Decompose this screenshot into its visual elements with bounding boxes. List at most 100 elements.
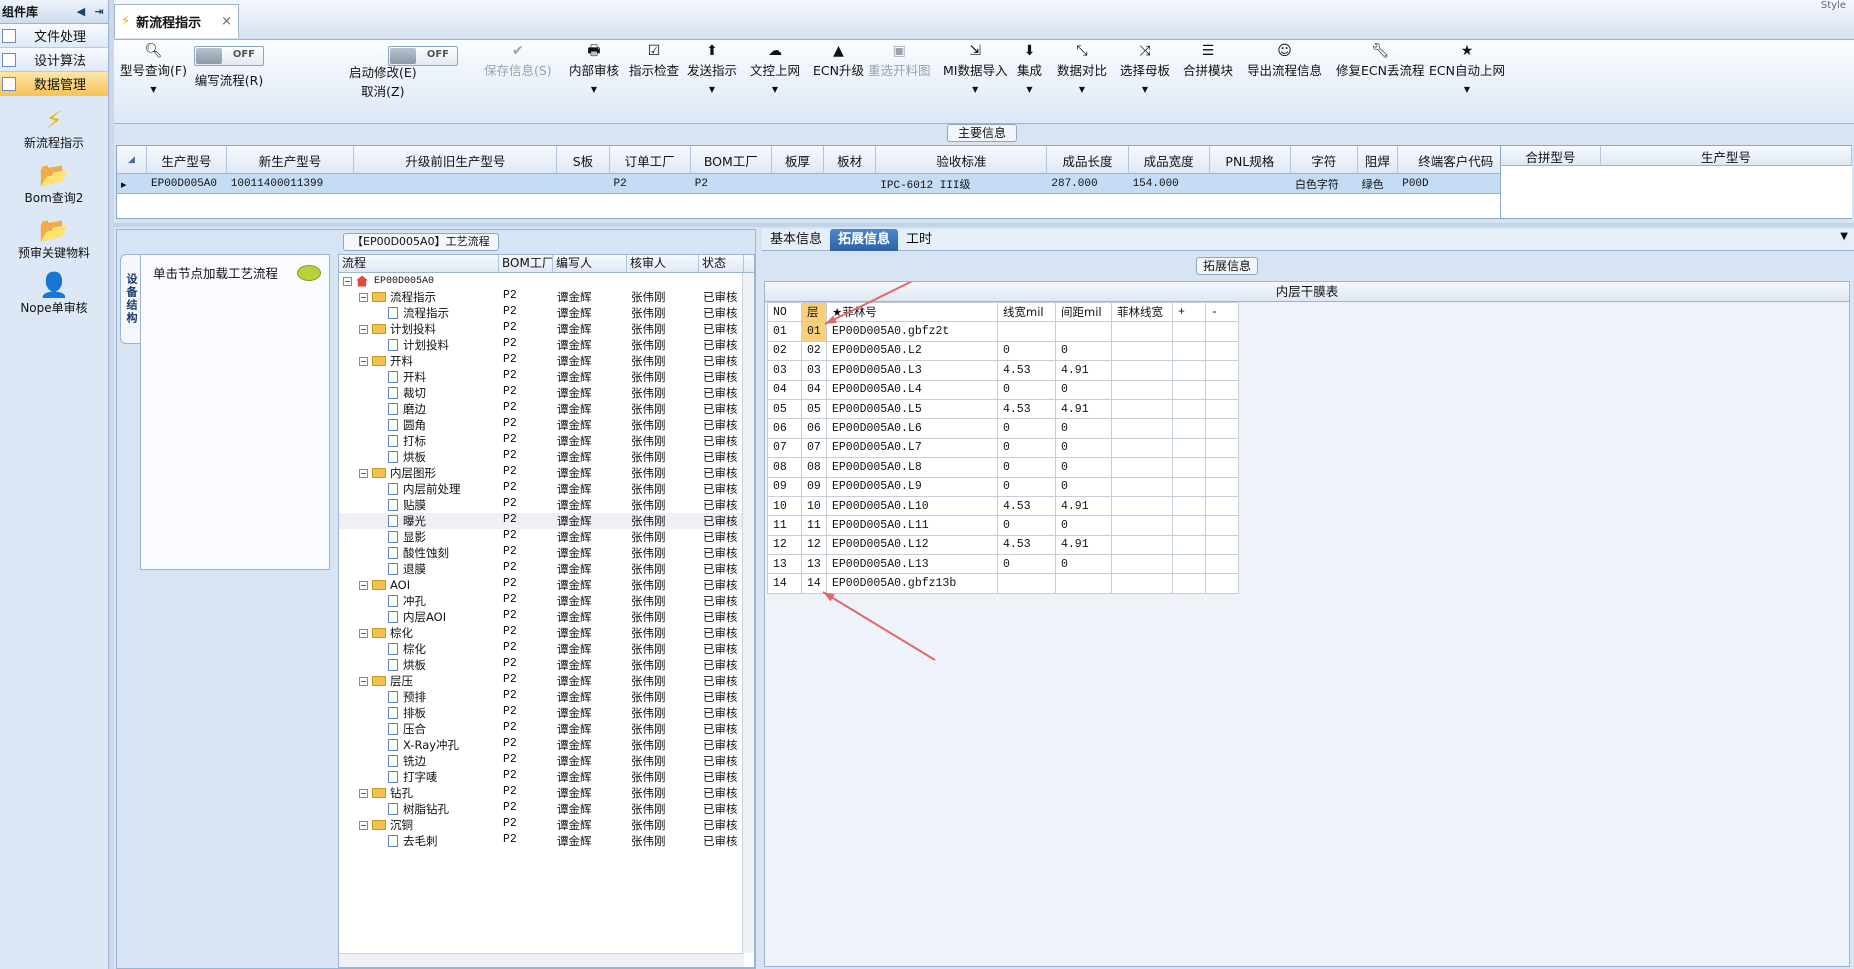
table-cell[interactable]: [1172, 515, 1206, 536]
save-info-button[interactable]: ✔ 保存信息(S): [484, 40, 552, 122]
ecn-upgrade-button[interactable]: ▲ ECN升级: [813, 40, 864, 122]
tree-row[interactable]: − 沉铜 P2 谭金辉 张伟刚 已审核: [339, 817, 754, 833]
table-cell[interactable]: [1111, 554, 1173, 575]
collapse-icon[interactable]: −: [359, 468, 368, 478]
table-cell[interactable]: 10: [767, 495, 802, 517]
table-cell[interactable]: 04: [767, 379, 802, 400]
tree-row[interactable]: 曝光 P2 谭金辉 张伟刚 已审核: [339, 513, 754, 529]
table-cell[interactable]: [1172, 457, 1206, 478]
send-instruction-button[interactable]: ⬆ 发送指示 ▼: [687, 40, 737, 122]
table-cell[interactable]: [1111, 534, 1173, 556]
table-cell[interactable]: [1172, 495, 1206, 517]
column-header[interactable]: +: [1172, 301, 1206, 323]
tool-nope-review[interactable]: 👤 Nope单审核: [0, 271, 108, 316]
table-cell[interactable]: [1205, 495, 1239, 517]
table-cell[interactable]: [1111, 476, 1173, 497]
table-cell[interactable]: 13: [767, 554, 802, 575]
table-cell[interactable]: [1055, 573, 1112, 594]
tree-row[interactable]: 内层AOI P2 谭金辉 张伟刚 已审核: [339, 609, 754, 625]
table-cell[interactable]: 14: [801, 573, 827, 594]
collapse-icon[interactable]: −: [359, 820, 368, 830]
table-row[interactable]: 06 06 EP00D005A0.L6 0 0: [767, 418, 1239, 439]
tree-row[interactable]: 酸性蚀刻 P2 谭金辉 张伟刚 已审核: [339, 545, 754, 561]
table-cell[interactable]: [1111, 437, 1173, 459]
table-cell[interactable]: [1205, 418, 1239, 439]
column-header[interactable]: 验收标准: [876, 146, 1048, 174]
start-edit-toggle[interactable]: OFF: [238, 40, 458, 122]
table-cell[interactable]: EP00D005A0.L3: [826, 360, 998, 381]
internal-review-button[interactable]: 🖶 内部审核 ▼: [569, 40, 619, 122]
sidebar-category-data[interactable]: 数据管理: [0, 72, 108, 96]
table-cell[interactable]: EP00D005A0.L12: [826, 534, 998, 556]
tree-header-cell[interactable]: 流程: [339, 255, 499, 272]
table-cell[interactable]: [1172, 554, 1206, 575]
table-cell[interactable]: [1172, 360, 1206, 381]
table-cell[interactable]: EP00D005A0.L11: [826, 515, 998, 536]
table-cell[interactable]: [1205, 321, 1239, 342]
column-header[interactable]: 新生产型号: [227, 146, 355, 174]
table-cell[interactable]: EP00D005A0.L9: [826, 476, 998, 497]
select-mother-board-button[interactable]: ⤨ 选择母板 ▼: [1120, 40, 1170, 122]
tool-new-process[interactable]: ⚡ 新流程指示: [0, 106, 108, 151]
tree-row[interactable]: − 内层图形 P2 谭金辉 张伟刚 已审核: [339, 465, 754, 481]
tool-bom-query[interactable]: 📂 Bom查询2: [0, 161, 108, 206]
collapse-icon[interactable]: −: [359, 356, 368, 366]
table-cell[interactable]: [1111, 379, 1173, 400]
doc-control-online-button[interactable]: ☁ 文控上网 ▼: [750, 40, 800, 122]
column-header[interactable]: 升级前旧生产型号: [354, 146, 558, 174]
table-cell[interactable]: 03: [767, 360, 802, 381]
column-header[interactable]: 字符: [1291, 146, 1358, 174]
table-row[interactable]: 08 08 EP00D005A0.L8 0 0: [767, 457, 1239, 478]
table-row[interactable]: 03 03 EP00D005A0.L3 4.53 4.91: [767, 360, 1239, 381]
tree-row[interactable]: 打字唛 P2 谭金辉 张伟刚 已审核: [339, 769, 754, 785]
tree-header-cell[interactable]: 编写人: [553, 255, 627, 272]
table-cell[interactable]: [1205, 398, 1239, 420]
tree-row[interactable]: 压合 P2 谭金辉 张伟刚 已审核: [339, 721, 754, 737]
table-cell[interactable]: [1205, 515, 1239, 536]
table-cell[interactable]: 0: [1055, 457, 1112, 478]
tree-row[interactable]: − EP00D005A0: [339, 273, 754, 289]
table-row[interactable]: 05 05 EP00D005A0.L5 4.53 4.91: [767, 398, 1239, 420]
table-cell[interactable]: 06: [767, 418, 802, 439]
table-cell[interactable]: 4.91: [1055, 495, 1112, 517]
table-cell[interactable]: [1172, 398, 1206, 420]
table-cell[interactable]: 4.91: [1055, 534, 1112, 556]
collapse-icon[interactable]: −: [359, 580, 368, 590]
table-cell[interactable]: [997, 573, 1056, 594]
table-cell[interactable]: 02: [801, 340, 827, 362]
splitter[interactable]: [114, 223, 1854, 227]
table-cell[interactable]: [1055, 321, 1112, 342]
table-cell[interactable]: 08: [801, 457, 827, 478]
table-cell[interactable]: EP00D005A0.L4: [826, 379, 998, 400]
tree-row[interactable]: 去毛刺 P2 谭金辉 张伟刚 已审核: [339, 833, 754, 849]
table-row[interactable]: 04 04 EP00D005A0.L4 0 0: [767, 379, 1239, 400]
tree-row[interactable]: 铣边 P2 谭金辉 张伟刚 已审核: [339, 753, 754, 769]
table-cell[interactable]: 12: [767, 534, 802, 556]
table-cell[interactable]: 0: [997, 515, 1056, 536]
table-cell[interactable]: 08: [767, 457, 802, 478]
tree-row[interactable]: 内层前处理 P2 谭金辉 张伟刚 已审核: [339, 481, 754, 497]
hint-item[interactable]: 单击节点加载工艺流程: [145, 257, 325, 287]
collapse-icon[interactable]: −: [359, 788, 368, 798]
table-cell[interactable]: 11: [767, 515, 802, 536]
column-header[interactable]: 阻焊: [1358, 146, 1399, 174]
export-process-info-button[interactable]: ☺ 导出流程信息: [1247, 40, 1322, 122]
table-cell[interactable]: [1172, 534, 1206, 556]
column-header[interactable]: -: [1205, 301, 1239, 323]
column-header[interactable]: 线宽mil: [997, 301, 1056, 323]
table-cell[interactable]: 06: [801, 418, 827, 439]
merge-module-button[interactable]: ☰ 合拼模块: [1183, 40, 1233, 122]
tab-extended-info[interactable]: 拓展信息: [830, 228, 899, 251]
column-header[interactable]: S板: [557, 146, 610, 174]
table-cell[interactable]: 0: [1055, 437, 1112, 459]
table-cell[interactable]: [997, 321, 1056, 342]
tab-work-hours[interactable]: 工时: [898, 229, 940, 251]
table-row[interactable]: 11 11 EP00D005A0.L11 0 0: [767, 515, 1239, 536]
collapse-icon[interactable]: −: [359, 292, 368, 302]
column-header[interactable]: 终端客户代码: [1398, 146, 1515, 174]
table-cell[interactable]: 4.53: [997, 534, 1056, 556]
table-cell[interactable]: [1205, 360, 1239, 381]
table-cell[interactable]: 13: [801, 554, 827, 575]
table-cell[interactable]: [1205, 534, 1239, 556]
tree-row[interactable]: 裁切 P2 谭金辉 张伟刚 已审核: [339, 385, 754, 401]
